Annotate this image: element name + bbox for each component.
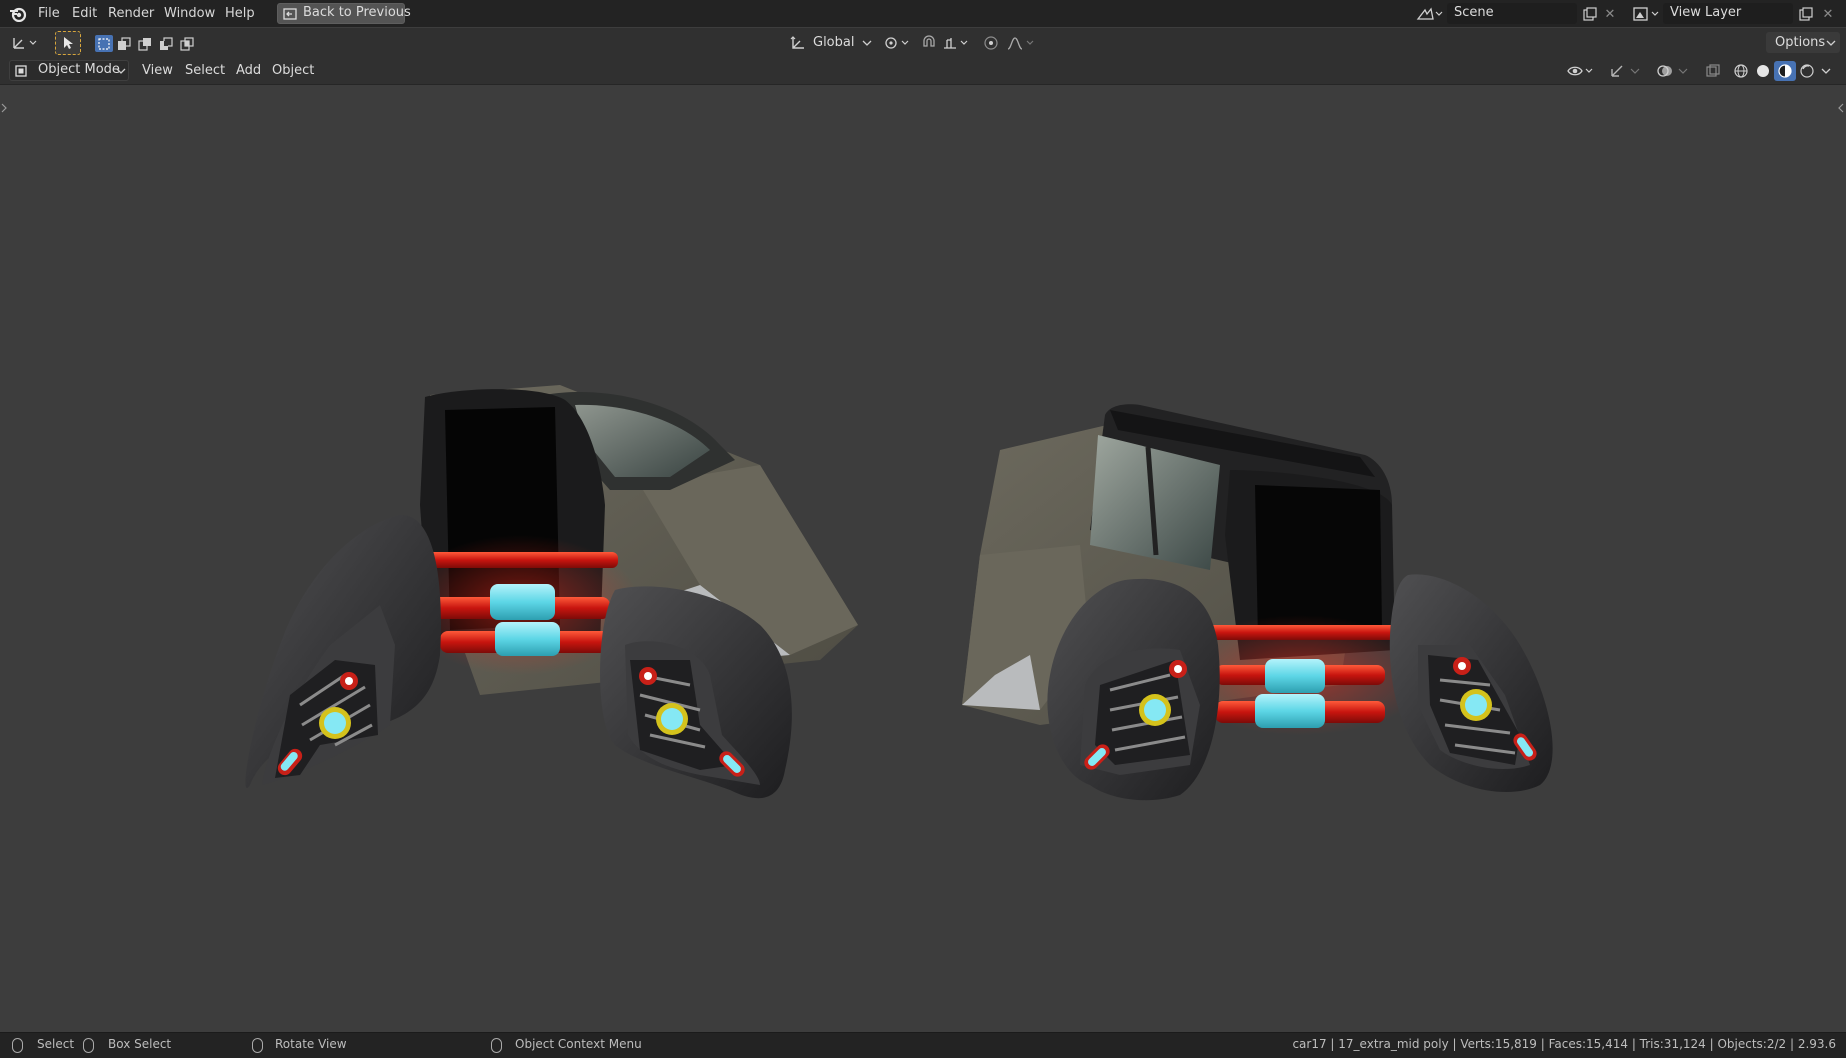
middle-mouse-icon: [252, 1038, 263, 1053]
wireframe-shading-icon[interactable]: [1730, 61, 1752, 81]
editor-type-icon[interactable]: [8, 33, 42, 53]
falloff-curve-icon[interactable]: [1004, 34, 1038, 52]
snap-target-icon[interactable]: [940, 34, 974, 52]
cursor-arrow-icon: [60, 35, 76, 51]
chevron-down-icon: [1824, 36, 1838, 50]
scene-name: Scene: [1454, 5, 1494, 20]
header-select-menu[interactable]: Select: [179, 61, 231, 81]
scene-name-field[interactable]: Scene: [1447, 3, 1577, 24]
view-layer-name-field[interactable]: View Layer: [1663, 3, 1793, 24]
left-mouse-icon: [12, 1038, 23, 1053]
selection-mode-intersect-icon[interactable]: [178, 35, 196, 52]
overlays-dropdown-icon[interactable]: [1676, 61, 1690, 81]
header-view-menu[interactable]: View: [136, 61, 179, 81]
back-arrow-icon: [282, 6, 298, 22]
view-layer-name: View Layer: [1670, 5, 1742, 20]
status-box-select-label: Box Select: [108, 1037, 172, 1051]
menu-help[interactable]: Help: [225, 4, 255, 23]
transform-orientation-icon[interactable]: [788, 34, 808, 52]
3d-viewport[interactable]: [0, 85, 1846, 1032]
rendered-shading-icon[interactable]: [1796, 61, 1818, 81]
transform-orientation-dropdown[interactable]: Global: [813, 35, 854, 50]
proportional-editing-icon[interactable]: [981, 34, 1001, 52]
snap-toggle-icon[interactable]: [918, 34, 940, 52]
chevron-down-icon: [860, 35, 874, 51]
status-bar: Select Box Select Rotate View Object Con…: [0, 1032, 1846, 1058]
status-context-menu-label: Object Context Menu: [515, 1037, 642, 1051]
vehicle-rear-view[interactable]: [962, 404, 1553, 801]
new-view-layer-icon[interactable]: [1796, 4, 1816, 24]
menu-window[interactable]: Window: [164, 4, 215, 23]
top-menu-bar: File Edit Render Window Help Back to Pre…: [0, 0, 1846, 27]
selection-mode-extend-icon[interactable]: [115, 35, 133, 52]
header-object-menu[interactable]: Object: [266, 61, 320, 81]
right-mouse-icon: [491, 1038, 502, 1053]
drag-mouse-icon: [83, 1038, 94, 1053]
menu-edit[interactable]: Edit: [72, 4, 97, 23]
options-label: Options: [1775, 35, 1826, 50]
select-tool-button[interactable]: [55, 31, 81, 55]
selection-mode-subtract-icon[interactable]: [136, 35, 154, 52]
chevron-down-icon: [114, 64, 128, 78]
menu-render[interactable]: Render: [108, 4, 154, 23]
selection-mode-set-icon[interactable]: [95, 35, 113, 52]
back-to-previous-label: Back to Previous: [303, 5, 411, 20]
visibility-eye-icon[interactable]: [1564, 61, 1598, 81]
view-layer-selector-icon[interactable]: [1629, 4, 1661, 24]
menu-file[interactable]: File: [38, 4, 60, 23]
blender-logo-icon[interactable]: [8, 4, 28, 24]
selection-mode-invert-icon[interactable]: [157, 35, 175, 52]
overlays-toggle-icon[interactable]: [1654, 61, 1676, 81]
material-preview-shading-icon[interactable]: [1774, 61, 1796, 81]
gizmo-dropdown-icon[interactable]: [1628, 61, 1642, 81]
delete-view-layer-icon[interactable]: ✕: [1818, 4, 1838, 24]
delete-scene-icon[interactable]: ✕: [1600, 4, 1620, 24]
xray-toggle-icon[interactable]: [1702, 61, 1724, 81]
new-scene-icon[interactable]: [1580, 4, 1600, 24]
options-dropdown[interactable]: Options: [1766, 32, 1840, 53]
pivot-point-icon[interactable]: [881, 34, 913, 52]
status-rotate-view-label: Rotate View: [275, 1037, 347, 1051]
scene-selector-icon[interactable]: [1413, 4, 1445, 24]
viewport-scene: [245, 385, 1553, 801]
tool-settings-bar: Global Options: [0, 28, 1846, 58]
status-select-label: Select: [37, 1037, 75, 1051]
object-mode-icon: [13, 63, 29, 79]
gizmo-toggle-icon[interactable]: [1606, 61, 1628, 81]
solid-shading-icon[interactable]: [1752, 61, 1774, 81]
header-add-menu[interactable]: Add: [230, 61, 267, 81]
back-to-previous-button[interactable]: Back to Previous: [277, 3, 411, 24]
scene-statistics: car17 | 17_extra_mid poly | Verts:15,819…: [1292, 1037, 1836, 1051]
object-mode-label: Object Mode: [38, 62, 120, 77]
object-mode-dropdown[interactable]: Object Mode: [9, 60, 129, 81]
vehicle-front-view[interactable]: [245, 385, 858, 799]
shading-options-chevron-icon[interactable]: [1819, 61, 1833, 81]
viewport-header: Object Mode View Select Add Object: [0, 58, 1846, 85]
